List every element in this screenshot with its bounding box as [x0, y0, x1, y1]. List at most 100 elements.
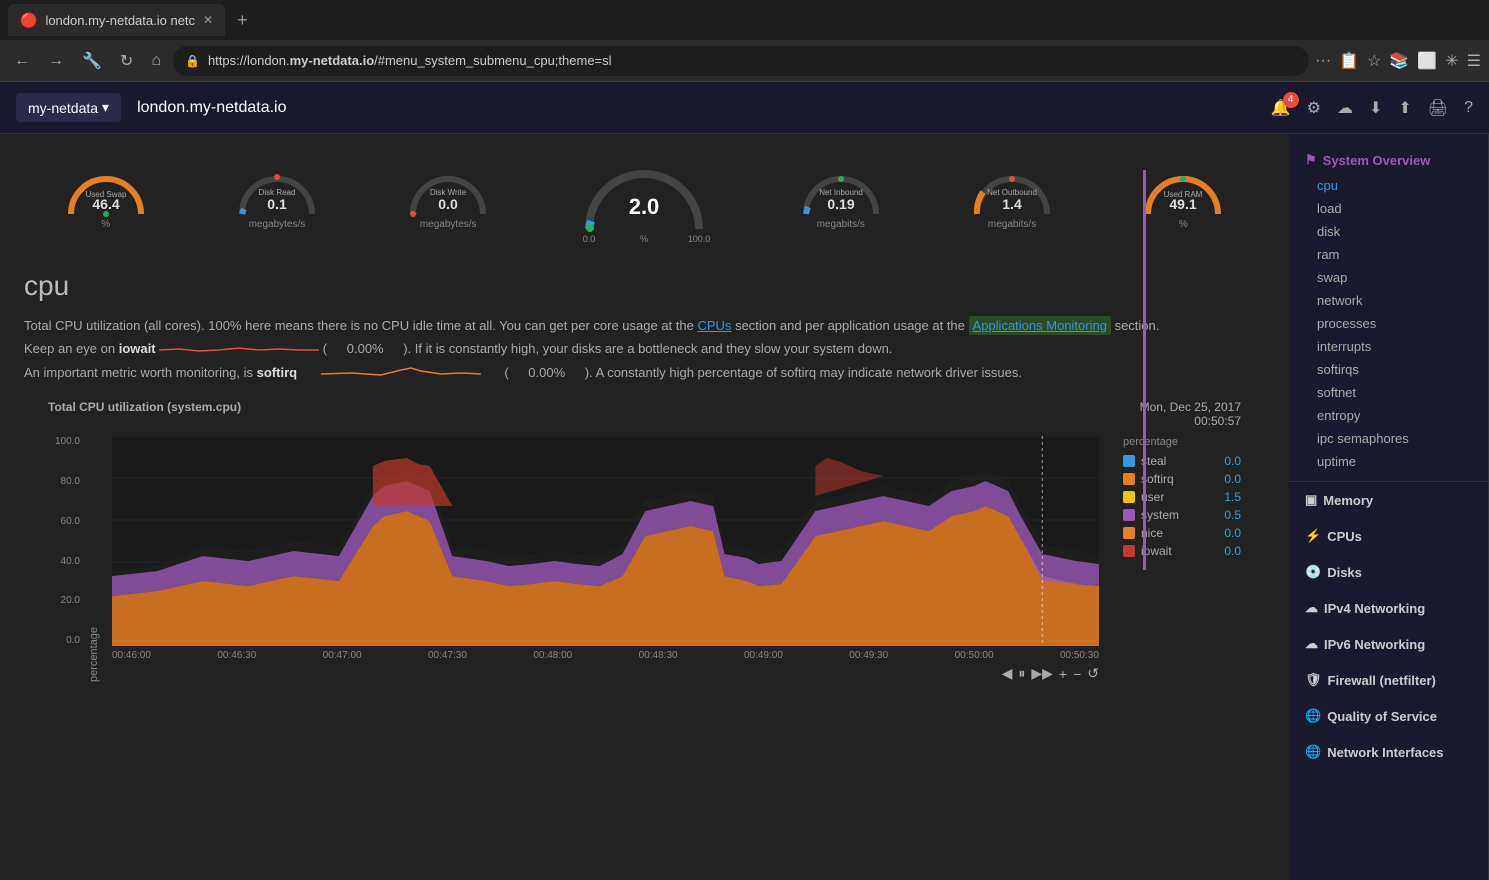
sidebar-item-load[interactable]: load — [1289, 197, 1488, 220]
chart-zoom-in-button[interactable]: + — [1059, 666, 1067, 682]
sidebar-section-firewall: 🛡 Firewall (netfilter) — [1289, 666, 1488, 694]
chart-title: Total CPU utilization (system.cpu) — [48, 400, 241, 414]
brand-dropdown[interactable]: my-netdata ▾ — [16, 93, 121, 122]
menu-icon[interactable]: ☰ — [1467, 51, 1481, 71]
iowait-desc-prefix: Keep an eye on — [24, 341, 119, 356]
sidebar-icon-cpus: ⚡ — [1305, 528, 1321, 544]
sidebar-item-disk[interactable]: disk — [1289, 220, 1488, 243]
sidebar-system-overview-title[interactable]: ⚑ System Overview — [1289, 146, 1488, 174]
cpu-desc-text3: section. — [1115, 318, 1160, 333]
tools-button[interactable]: 🔧 — [76, 47, 108, 75]
sidebar-item-processes[interactable]: processes — [1289, 312, 1488, 335]
nav-extra-icons: ··· 📋 ☆ 📚 ⬜ ✳ ☰ — [1315, 51, 1481, 71]
cloud-download-icon[interactable]: ☁ — [1337, 98, 1353, 118]
sidebar-ipv6-title[interactable]: ☁ IPv6 Networking — [1289, 630, 1488, 658]
home-button[interactable]: ⌂ — [145, 48, 167, 74]
cpu-desc-text1: Total CPU utilization (all cores). 100% … — [24, 318, 694, 333]
help-icon[interactable]: ? — [1464, 99, 1473, 117]
reload-button[interactable]: ↻ — [114, 47, 139, 75]
chart-play-button[interactable]: ▶▶ — [1031, 665, 1053, 682]
more-options-icon[interactable]: ··· — [1315, 52, 1331, 70]
sidebar: ⚑ System Overview cpu load disk ram swap… — [1289, 134, 1489, 880]
sidebar-network-iface-label: Network Interfaces — [1327, 745, 1443, 760]
iowait-paren: ( — [323, 341, 331, 356]
sidebar-memory-title[interactable]: ▣ Memory — [1289, 486, 1488, 514]
url-bar[interactable]: 🔒 https://london.my-netdata.io/#menu_sys… — [173, 46, 1309, 76]
svg-text:49.1: 49.1 — [1170, 196, 1197, 212]
cpus-link[interactable]: CPUs — [697, 318, 731, 333]
forward-button[interactable]: → — [42, 48, 70, 74]
chart-wrapper: 100.0 80.0 60.0 40.0 20.0 0.0 percentage — [48, 436, 1241, 682]
upload-icon[interactable]: ⬆ — [1398, 98, 1411, 118]
sidebar-item-interrupts[interactable]: interrupts — [1289, 335, 1488, 358]
chart-zoom-out-button[interactable]: − — [1073, 666, 1081, 682]
sidebar-cpus-title[interactable]: ⚡ CPUs — [1289, 522, 1488, 550]
svg-text:0.0: 0.0 — [583, 234, 596, 244]
legend-color-system — [1123, 509, 1135, 521]
chart-header: Total CPU utilization (system.cpu) Mon, … — [48, 400, 1241, 428]
iowait-sparkline — [159, 341, 319, 359]
sidebar-icon-ipv6: ☁ — [1305, 636, 1318, 652]
tab-bar: 🔴 london.my-netdata.io netc ✕ + — [0, 0, 1489, 40]
sidebar-item-softnet[interactable]: softnet — [1289, 381, 1488, 404]
main-layout: Used Swap 46.4 % Disk Read 0.1 megabytes… — [0, 134, 1489, 880]
legend-header: percentage — [1123, 436, 1241, 448]
softirq-label: softirq — [257, 365, 297, 380]
sidebar-item-entropy[interactable]: entropy — [1289, 404, 1488, 427]
timestamp-date: Mon, Dec 25, 2017 — [1140, 400, 1241, 414]
tab-close-button[interactable]: ✕ — [203, 13, 213, 27]
synced-tabs-icon[interactable]: ⬜ — [1417, 51, 1437, 71]
sidebar-item-uptime[interactable]: uptime — [1289, 450, 1488, 473]
svg-text:2.0: 2.0 — [629, 194, 660, 219]
softirq-desc-prefix: An important metric worth monitoring, is — [24, 365, 257, 380]
reading-list-icon[interactable]: 📋 — [1339, 51, 1359, 71]
sidebar-icon-memory: ▣ — [1305, 492, 1317, 508]
settings-icon[interactable]: ⚙ — [1307, 98, 1321, 118]
sidebar-item-network[interactable]: network — [1289, 289, 1488, 312]
sidebar-disks-title[interactable]: 💿 Disks — [1289, 558, 1488, 586]
sidebar-item-ipc-semaphores[interactable]: ipc semaphores — [1289, 427, 1488, 450]
svg-text:0.0: 0.0 — [438, 196, 458, 212]
app-monitoring-link[interactable]: Applications Monitoring — [969, 316, 1111, 335]
sidebar-item-ram[interactable]: ram — [1289, 243, 1488, 266]
legend-color-steal — [1123, 455, 1135, 467]
gauge-disk-read-unit: megabytes/s — [249, 219, 306, 230]
sidebar-disks-label: Disks — [1327, 565, 1362, 580]
download-icon[interactable]: ⬇ — [1369, 98, 1382, 118]
tab-title: london.my-netdata.io netc — [45, 13, 195, 28]
sidebar-ipv4-title[interactable]: ☁ IPv4 Networking — [1289, 594, 1488, 622]
softirq-paren: ( — [504, 365, 512, 380]
sidebar-icon-disks: 💿 — [1305, 564, 1321, 580]
bookmark-icon[interactable]: ☆ — [1367, 51, 1381, 71]
url-display: https://london.my-netdata.io/#menu_syste… — [208, 53, 1297, 68]
gauge-cpu-total: 2.0 0.0 100.0 % — [574, 144, 714, 244]
chart-prev-button[interactable]: ◀ — [1002, 665, 1013, 682]
svg-text:1.4: 1.4 — [1002, 196, 1022, 212]
sidebar-network-iface-title[interactable]: 🌐 Network Interfaces — [1289, 738, 1488, 766]
new-tab-button[interactable]: + — [229, 6, 256, 35]
legend-item-user: user 1.5 — [1123, 490, 1241, 504]
chart-pause-button[interactable]: ⏸ — [1018, 665, 1025, 682]
library-icon[interactable]: 📚 — [1389, 51, 1409, 71]
firefox-icon[interactable]: ✳ — [1445, 51, 1458, 71]
active-tab[interactable]: 🔴 london.my-netdata.io netc ✕ — [8, 4, 225, 36]
print-icon[interactable]: 🖨 — [1428, 98, 1448, 118]
brand-label: my-netdata — [28, 100, 98, 116]
legend-color-user — [1123, 491, 1135, 503]
sidebar-section-network-iface: 🌐 Network Interfaces — [1289, 738, 1488, 766]
sidebar-item-cpu[interactable]: cpu — [1289, 174, 1488, 197]
sidebar-qos-title[interactable]: 🌐 Quality of Service — [1289, 702, 1488, 730]
brand-dropdown-icon: ▾ — [102, 99, 109, 116]
sidebar-firewall-title[interactable]: 🛡 Firewall (netfilter) — [1289, 666, 1488, 694]
iowait-value: 0.00% — [347, 341, 384, 356]
cpu-chart-svg — [112, 436, 1099, 646]
gauge-used-ram: Used RAM 49.1 % — [1138, 159, 1228, 230]
notifications-icon[interactable]: 🔔 4 — [1271, 98, 1291, 118]
legend-color-softirq — [1123, 473, 1135, 485]
sidebar-item-softirqs[interactable]: softirqs — [1289, 358, 1488, 381]
back-button[interactable]: ← — [8, 48, 36, 74]
header-icons: 🔔 4 ⚙ ☁ ⬇ ⬆ 🖨 ? — [1271, 98, 1473, 118]
sidebar-item-swap[interactable]: swap — [1289, 266, 1488, 289]
chart-reset-button[interactable]: ↺ — [1087, 665, 1099, 682]
svg-text:100.0: 100.0 — [688, 234, 711, 244]
